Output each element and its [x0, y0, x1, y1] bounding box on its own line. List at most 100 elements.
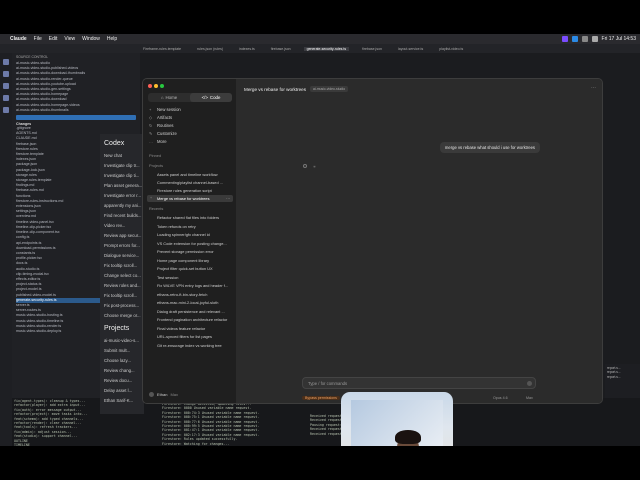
recent-session-item[interactable]: URL-synced filters for list pages	[147, 333, 233, 340]
chat-row[interactable]: Prompt errors for...	[104, 241, 140, 251]
conversation-menu-icon[interactable]: ⋯	[591, 85, 596, 91]
codex-chat-list: Codex New chat Investigate clip tr... Inv…	[100, 134, 144, 414]
effort-selector[interactable]: Max	[526, 396, 533, 400]
recent-session-item[interactable]: Token refunds on retry	[147, 223, 233, 230]
recent-session-item[interactable]: Dialog draft persistence and relevant ..…	[147, 308, 233, 315]
menu-status-area: Fri 17 Jul 14:53	[561, 36, 636, 42]
chat-row[interactable]: apparently my ani...	[104, 201, 142, 211]
editor-tab[interactable]: rules.json (rules)	[194, 47, 226, 51]
nav-routines[interactable]: ↻ Routines	[149, 123, 174, 128]
recent-session-item[interactable]: Frontend pagination architecture refacto…	[147, 316, 233, 323]
nav-new-session[interactable]: + New session	[149, 107, 181, 112]
minimize-window-icon[interactable]	[154, 84, 158, 88]
panel-section-header[interactable]: TIMELINE	[14, 443, 145, 446]
editor-tab[interactable]: indexes.ts	[236, 47, 258, 51]
menu-bar: Claude File Edit View Window Help Fri 17…	[0, 34, 640, 44]
editor-tab[interactable]: layout-service.ts	[395, 47, 426, 51]
project-row[interactable]: ai-music-video-s...	[104, 336, 140, 346]
conversation-title[interactable]: Merge vs rebase for worktrees	[244, 87, 306, 92]
battery-icon[interactable]	[591, 36, 598, 42]
chat-row[interactable]: Fix tooltip scroll...	[104, 261, 140, 271]
chat-row[interactable]: Video rev...	[104, 221, 140, 231]
status-vscode-icon[interactable]	[571, 36, 578, 42]
project-chat-row[interactable]: Choose lazy...	[104, 356, 140, 366]
commit-button[interactable]	[16, 115, 136, 121]
chat-row[interactable]: Investigate error r...	[104, 191, 141, 201]
send-button[interactable]	[527, 381, 532, 386]
project-session-item[interactable]: Commenting/playlist channel-based ...	[147, 179, 233, 186]
recent-session-item[interactable]: Fix WiLVE VPN entry logs and header f...	[147, 282, 233, 289]
menu-file[interactable]: File	[34, 36, 42, 42]
recent-session-item[interactable]: Home page component library	[147, 257, 233, 264]
model-selector[interactable]: Opus 4.6	[493, 396, 508, 400]
editor-tab[interactable]: firebase.json	[268, 47, 294, 51]
chat-row[interactable]: Fix tooltip scroll...	[104, 291, 140, 301]
project-session-item-selected[interactable]: + Merge vs rebase for worktrees ⋯	[147, 195, 233, 202]
editor-tab-active[interactable]: generate-security-rules.ts	[303, 46, 350, 51]
clock[interactable]: Fri 17 Jul 14:53	[602, 36, 636, 42]
menu-app[interactable]: Claude	[10, 36, 27, 42]
project-chip[interactable]: ai-music-video-studio	[310, 86, 349, 92]
recent-session-item[interactable]: Loading spinner/gfx channel id	[147, 231, 233, 238]
recent-session-item[interactable]: Project filter quick-set button UX	[147, 265, 233, 272]
new-chat-button[interactable]: New chat	[104, 151, 140, 161]
graph-row[interactable]: ai-music-video-studio-thumbnails	[16, 108, 136, 113]
recents-header[interactable]: Recents	[149, 206, 163, 211]
recent-session-item[interactable]: ethans-mac-mini-2-local-joyful-sloth	[147, 299, 233, 306]
panel-row[interactable]: report.s...	[607, 375, 638, 379]
more-options-icon[interactable]: ⋯	[226, 195, 230, 202]
recent-session-item[interactable]: Refactor shared flat files into folders	[147, 214, 233, 221]
recent-session-item[interactable]: Test session	[147, 274, 233, 281]
project-chat-row[interactable]: Review docu...	[104, 376, 140, 386]
editor-tab[interactable]: firebase.json	[359, 47, 385, 51]
wifi-icon[interactable]	[581, 36, 588, 42]
extensions-icon[interactable]	[3, 107, 9, 113]
chat-row[interactable]: Review app secur...	[104, 231, 142, 241]
search-icon[interactable]	[3, 71, 9, 77]
menu-help[interactable]: Help	[107, 36, 117, 42]
menu-window[interactable]: Window	[82, 36, 100, 42]
source-control-icon[interactable]	[3, 83, 9, 89]
project-session-item[interactable]: Assets panel and timeline workflow	[147, 171, 233, 178]
chat-row[interactable]: Choose merge or...	[104, 311, 141, 321]
permission-mode-badge[interactable]: Bypass permissions	[302, 396, 340, 400]
recent-session-item[interactable]: ethans-retro-ft-bin-story-fetch	[147, 291, 233, 298]
projects-header[interactable]: Projects	[149, 163, 163, 168]
chat-row[interactable]: Investigate clip ti...	[104, 171, 140, 181]
run-debug-icon[interactable]	[3, 95, 9, 101]
tab-home[interactable]: ⌂ Home	[148, 93, 190, 102]
editor-tab[interactable]: playlist-video.ts	[436, 47, 466, 51]
nav-customize[interactable]: ✎ Customize	[149, 131, 177, 136]
nav-label: Routines	[157, 123, 174, 128]
recent-session-item[interactable]: Git re-ensurage index vs working tree	[147, 342, 233, 349]
chat-row[interactable]: Find recent builds...	[104, 211, 142, 221]
menu-view[interactable]: View	[64, 36, 75, 42]
close-window-icon[interactable]	[148, 84, 152, 88]
tab-code[interactable]: </> Code	[190, 93, 232, 102]
project-chat-row[interactable]: Delay asset l...	[104, 386, 140, 396]
project-chat-row[interactable]: Review chang...	[104, 366, 140, 376]
project-session-item[interactable]: Firestore rules generation script	[147, 187, 233, 194]
chat-row[interactable]: Change select co...	[104, 271, 141, 281]
nav-more[interactable]: … More	[149, 139, 167, 144]
editor-tab[interactable]: Fireframe-rules.template	[140, 47, 184, 51]
chat-row[interactable]: Plan asset genera...	[104, 181, 142, 191]
pinned-header[interactable]: Pinned	[149, 153, 161, 158]
recent-session-item[interactable]: VS Code extension for posting change...	[147, 240, 233, 247]
account-menu[interactable]: Ethan Max	[149, 392, 178, 397]
status-app-icon[interactable]	[561, 36, 568, 42]
chat-row[interactable]: Fix post-process...	[104, 301, 140, 311]
chat-row[interactable]: Review roles and...	[104, 281, 141, 291]
recent-session-item[interactable]: Final videos feature refactor	[147, 325, 233, 332]
chat-row[interactable]: Dialogue service...	[104, 251, 140, 261]
user-name[interactable]: Ethan Sarif-K...	[104, 396, 140, 406]
recent-session-item[interactable]: Prevent storage permission error	[147, 248, 233, 255]
menu-edit[interactable]: Edit	[49, 36, 58, 42]
explorer-icon[interactable]	[3, 59, 9, 65]
nav-artifacts[interactable]: ◇ Artifacts	[149, 115, 172, 120]
chat-row[interactable]: Investigate clip tr...	[104, 161, 140, 171]
prompt-input[interactable]: Type / for commands	[302, 377, 536, 389]
zoom-window-icon[interactable]	[160, 84, 164, 88]
nav-label: Artifacts	[157, 115, 173, 120]
project-chat-row[interactable]: Submit mult...	[104, 346, 140, 356]
